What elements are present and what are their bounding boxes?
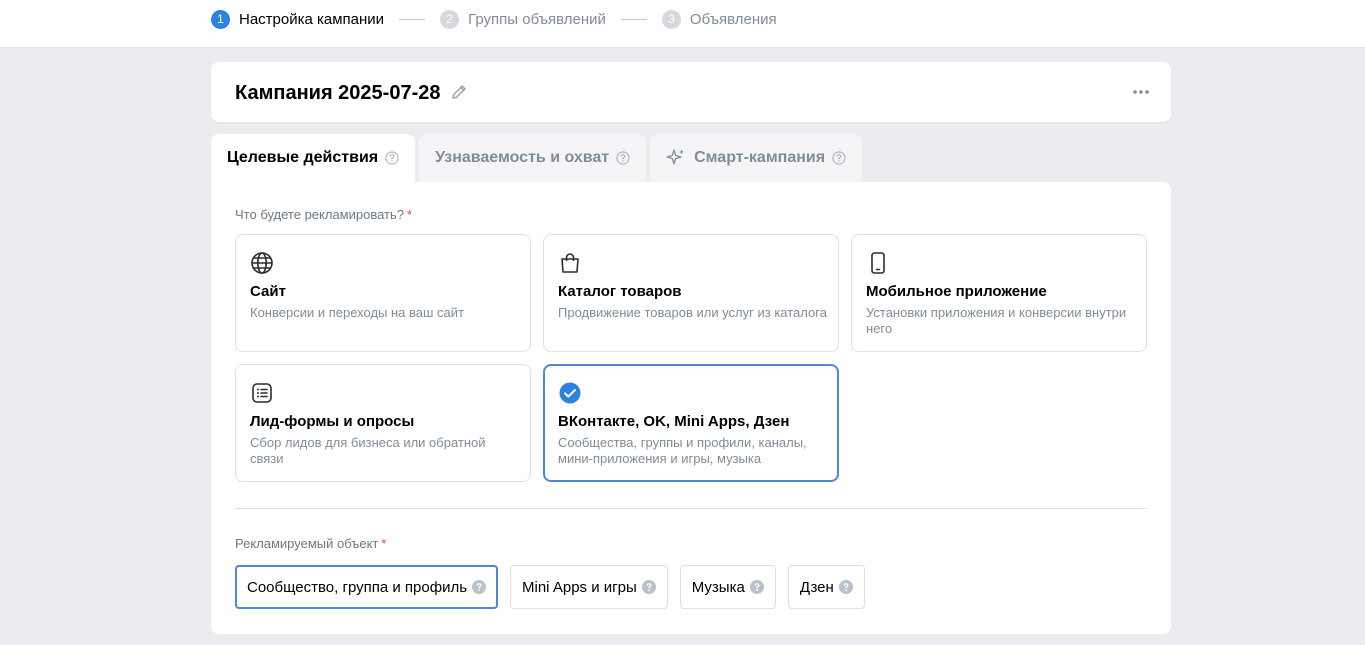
stepper: 1 Настройка кампании 2 Группы объявлений… [211,9,777,29]
step-label: Объявления [689,10,777,28]
step-label: Настройка кампании [239,10,385,28]
campaign-name: Кампания 2025-07-28 [235,82,441,104]
option-title: Сайт [250,283,286,300]
help-icon[interactable] [749,580,764,594]
help-icon[interactable] [616,151,630,165]
step-connector [620,18,647,20]
objective-label: Что будете рекламировать? * [235,207,412,222]
option-title: Лид-формы и опросы [250,413,415,430]
check-circle-icon [559,382,581,404]
objective-panel: Что будете рекламировать? * Сайт Конверси… [211,182,1171,634]
step-number: 1 [211,9,230,29]
help-icon[interactable] [641,580,656,594]
step-ad-groups[interactable]: 2 Группы объявлений [440,9,606,29]
chip-dzen[interactable]: Дзен [787,565,865,609]
smartphone-icon [871,252,885,274]
step-number: 3 [661,9,681,29]
help-icon[interactable] [832,151,846,165]
campaign-type-tabs: Целевые действия Узнаваемость и охват См… [211,134,866,182]
step-ads[interactable]: 3 Объявления [661,9,777,29]
option-description: Продвижение товаров или услуг из каталог… [558,305,827,320]
promoted-object-chips: Сообщество, группа и профиль Mini Apps и… [235,565,877,609]
objective-option-vk-ok-miniapps-dzen[interactable]: ВКонтакте, OK, Mini Apps, Дзен Сообществ… [543,364,839,482]
more-icon[interactable] [1131,82,1151,102]
option-description: Установки приложения и конверсии внутри … [866,305,1127,336]
help-icon[interactable] [385,151,399,165]
tab-awareness-reach[interactable]: Узнаваемость и охват [419,134,647,182]
tab-label: Узнаваемость и охват [435,149,610,166]
tab-label: Смарт-кампания [694,149,826,166]
objective-option-lead-forms[interactable]: Лид-формы и опросы Сбор лидов для бизнес… [235,364,531,482]
option-description: Сообщества, группы и профили, каналы, ми… [558,435,807,466]
tab-target-actions[interactable]: Целевые действия [211,134,416,182]
top-bar: 1 Настройка кампании 2 Группы объявлений… [0,0,1365,48]
chip-label: Mini Apps и игры [522,578,637,596]
step-label: Группы объявлений [468,10,606,28]
objective-option-catalog[interactable]: Каталог товаров Продвижение товаров или … [543,234,839,352]
option-title: ВКонтакте, OK, Mini Apps, Дзен [558,413,790,430]
divider [235,508,1147,509]
objective-option-mobile-app[interactable]: Мобильное приложение Установки приложени… [851,234,1147,352]
help-icon[interactable] [838,580,853,594]
chip-community-group-profile[interactable]: Сообщество, группа и профиль [235,565,499,609]
option-description: Сбор лидов для бизнеса или обратной связ… [250,435,486,466]
shopping-bag-icon [561,253,579,273]
required-mark: * [381,536,387,551]
option-description: Конверсии и переходы на ваш сайт [250,305,464,320]
option-title: Мобильное приложение [866,283,1047,300]
promoted-object-label: Рекламируемый объект * [235,536,386,551]
chip-label: Музыка [691,578,745,596]
required-mark: * [407,207,413,222]
step-campaign-settings[interactable]: 1 Настройка кампании [211,9,385,29]
globe-icon [251,252,273,274]
step-connector [399,18,426,20]
promoted-label-text: Рекламируемый объект [235,536,379,551]
tab-label: Целевые действия [227,149,379,166]
chip-label: Дзен [799,578,834,596]
list-form-icon [252,383,272,403]
tab-smart-campaign[interactable]: Смарт-кампания [650,134,863,182]
chip-mini-apps-games[interactable]: Mini Apps и игры [510,565,668,609]
sparkle-icon [666,149,685,165]
pencil-icon[interactable] [449,82,469,102]
help-icon[interactable] [472,580,487,594]
chip-label: Сообщество, группа и профиль [247,578,468,596]
step-number: 2 [440,9,460,29]
objective-label-text: Что будете рекламировать? [235,207,405,222]
option-title: Каталог товаров [558,283,682,300]
campaign-title-card: Кампания 2025-07-28 [211,62,1171,122]
objective-option-site[interactable]: Сайт Конверсии и переходы на ваш сайт [235,234,531,352]
chip-music[interactable]: Музыка [679,565,776,609]
